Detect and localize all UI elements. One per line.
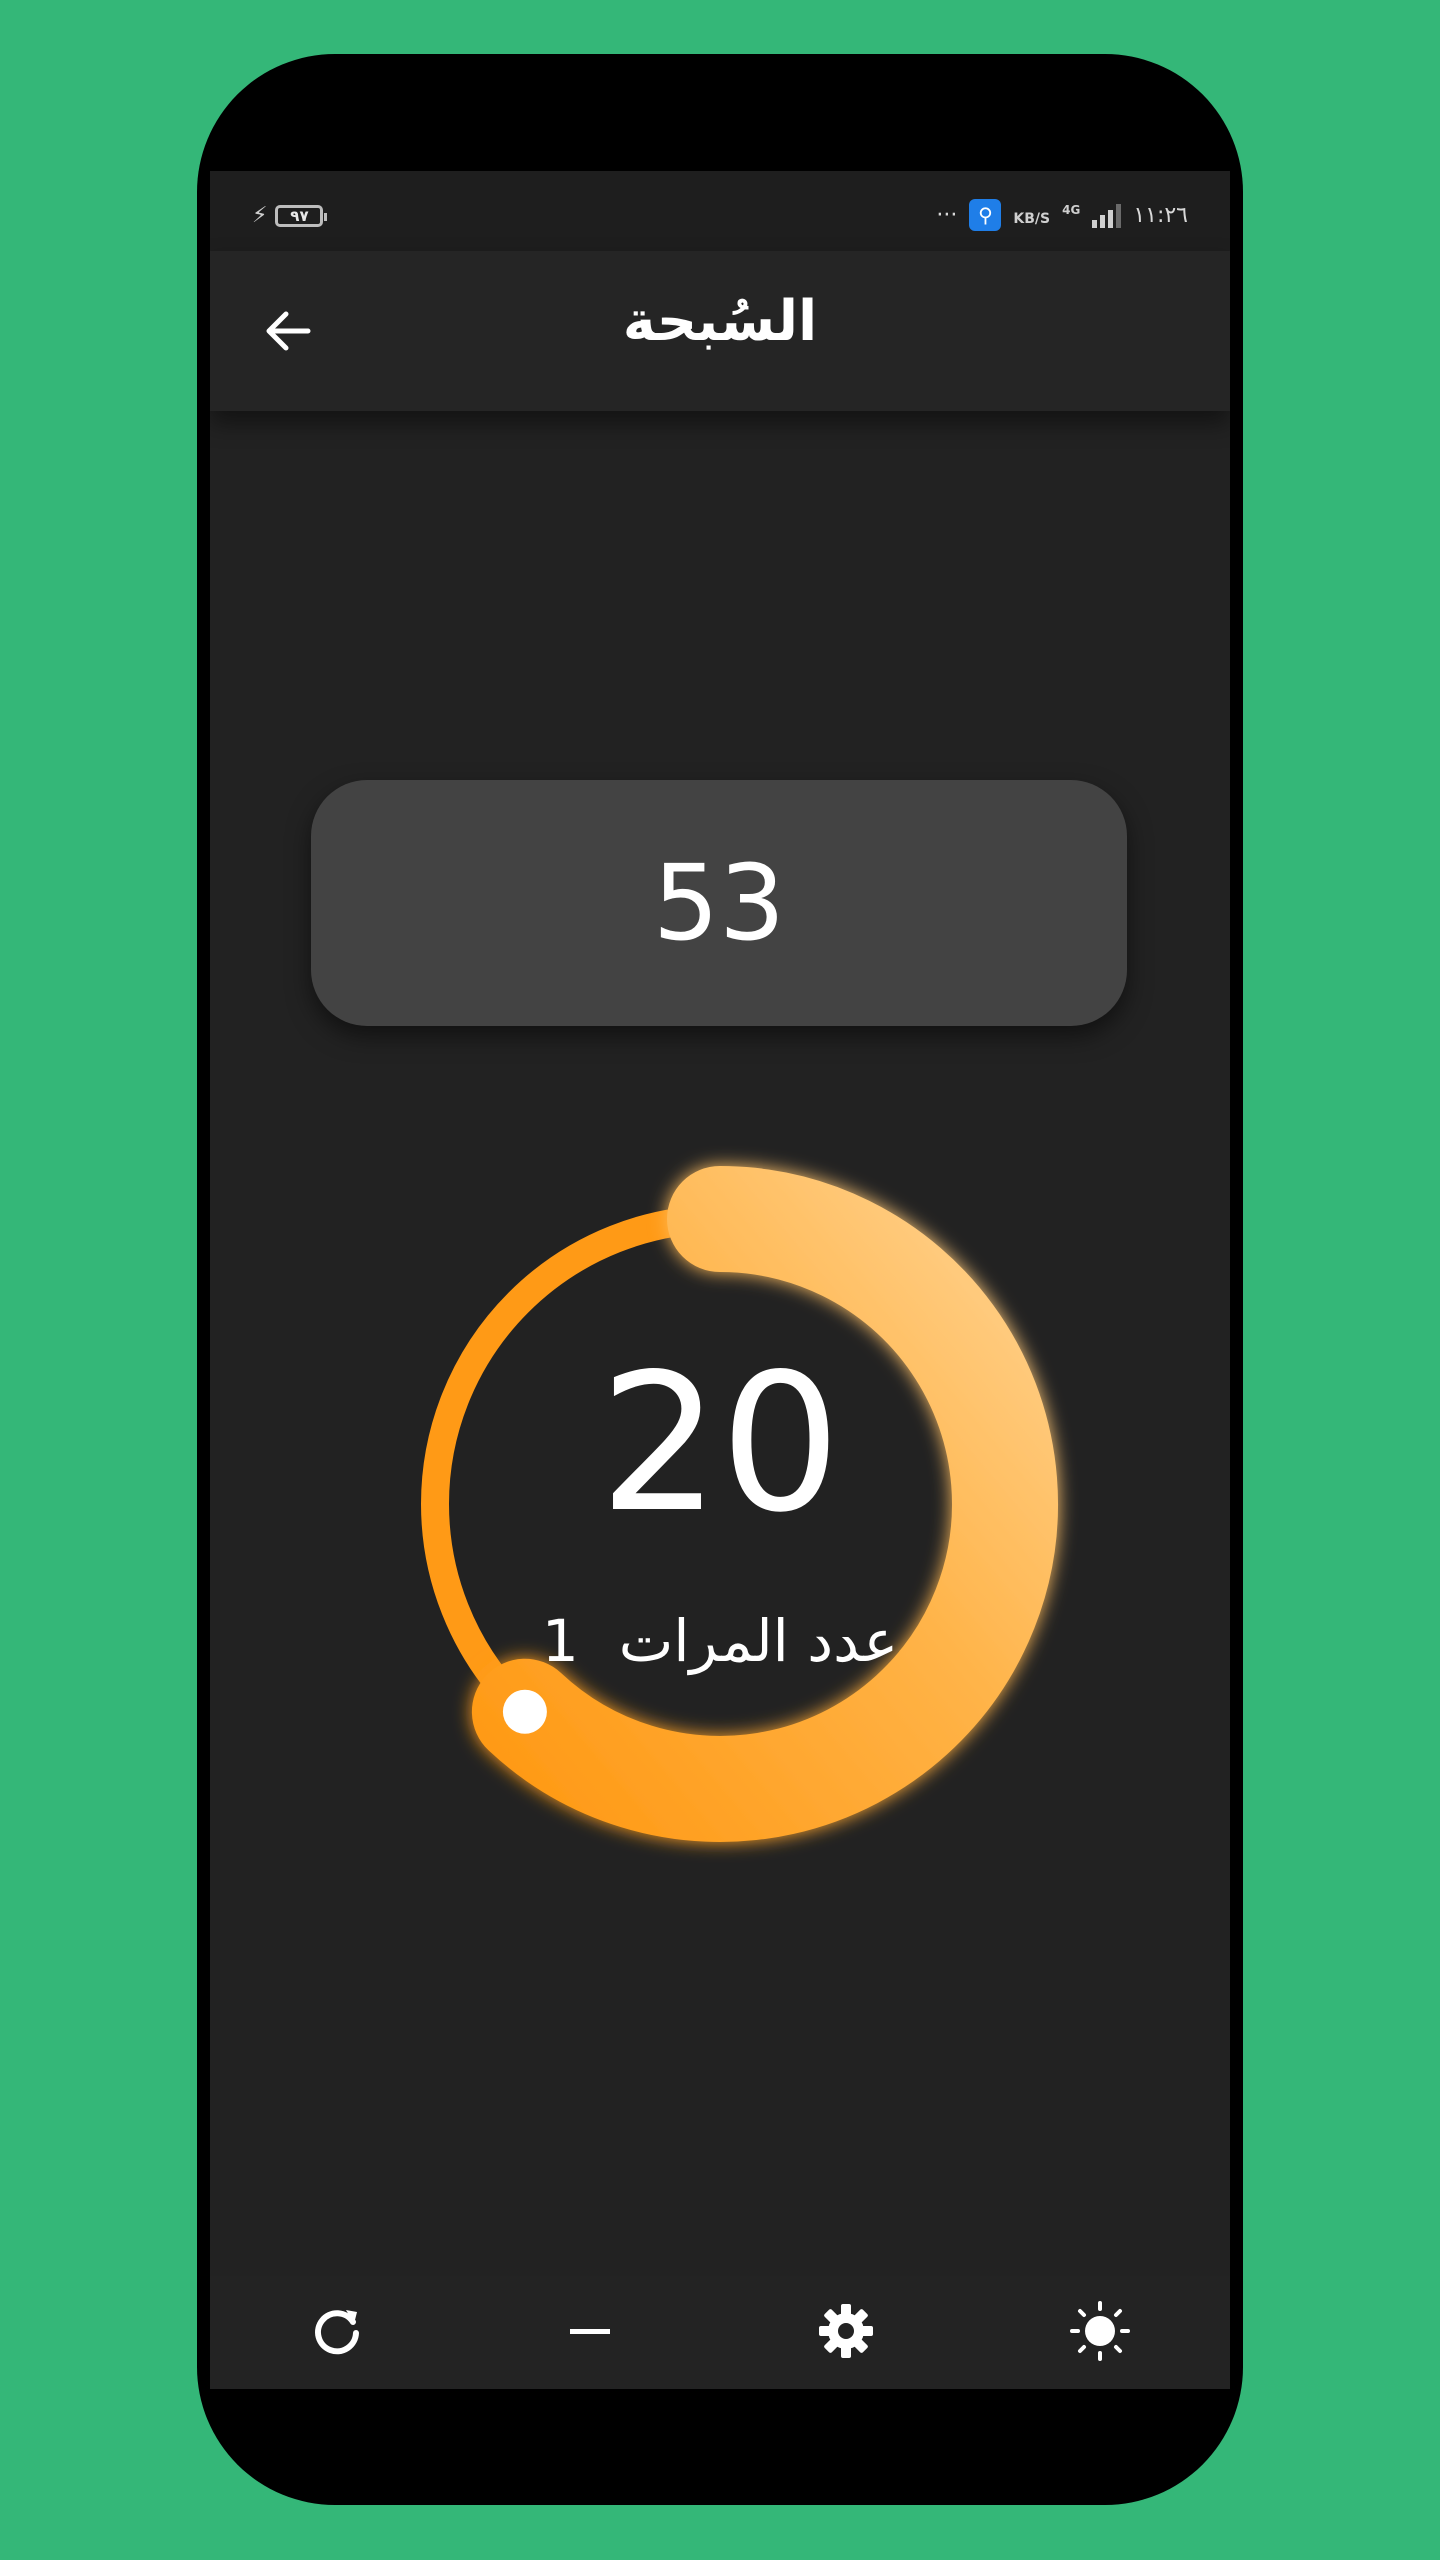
rounds-row: 1 عدد المرات [210, 1607, 1230, 1675]
ring-progress-knob[interactable] [502, 1689, 547, 1734]
network-speed-unit: KB/S [1013, 211, 1051, 227]
rounds-label: عدد المرات [618, 1607, 899, 1675]
rounds-value: 1 [541, 1607, 579, 1675]
brightness-icon [1070, 2301, 1130, 2361]
decrement-button[interactable] [555, 2296, 625, 2366]
minus-icon [570, 2329, 610, 2334]
charging-icon: ⚡ [252, 203, 268, 228]
battery-indicator: ٩٧ [275, 204, 328, 227]
status-left: ⚡ ٩٧ [252, 203, 328, 228]
status-time: ١١:٢٦ [1133, 202, 1188, 228]
gear-icon [819, 2304, 873, 2358]
app-bar: السُبحة [210, 251, 1230, 411]
bottom-toolbar [210, 2276, 1230, 2389]
usb-icon: ⚲ [969, 199, 1002, 231]
signal-icon [1092, 202, 1122, 228]
status-right: ··· ⚲ KB/S 4G ١١:٢٦ [936, 199, 1188, 231]
network-type: 4G [1062, 203, 1081, 217]
app-screen: ⚡ ٩٧ ··· ⚲ KB/S 4G ١١:٢٦ السُبحة 53 20 1… [210, 171, 1230, 2389]
brightness-button[interactable] [1065, 2296, 1135, 2366]
settings-button[interactable] [811, 2296, 881, 2366]
page-title: السُبحة [622, 289, 818, 354]
overflow-dots: ··· [936, 202, 958, 228]
reset-button[interactable] [302, 2296, 372, 2366]
refresh-icon [315, 2310, 359, 2355]
status-bar: ⚡ ٩٧ ··· ⚲ KB/S 4G ١١:٢٦ [210, 171, 1230, 251]
total-count-display: 53 [311, 780, 1127, 1026]
current-count[interactable]: 20 [210, 1349, 1230, 1539]
